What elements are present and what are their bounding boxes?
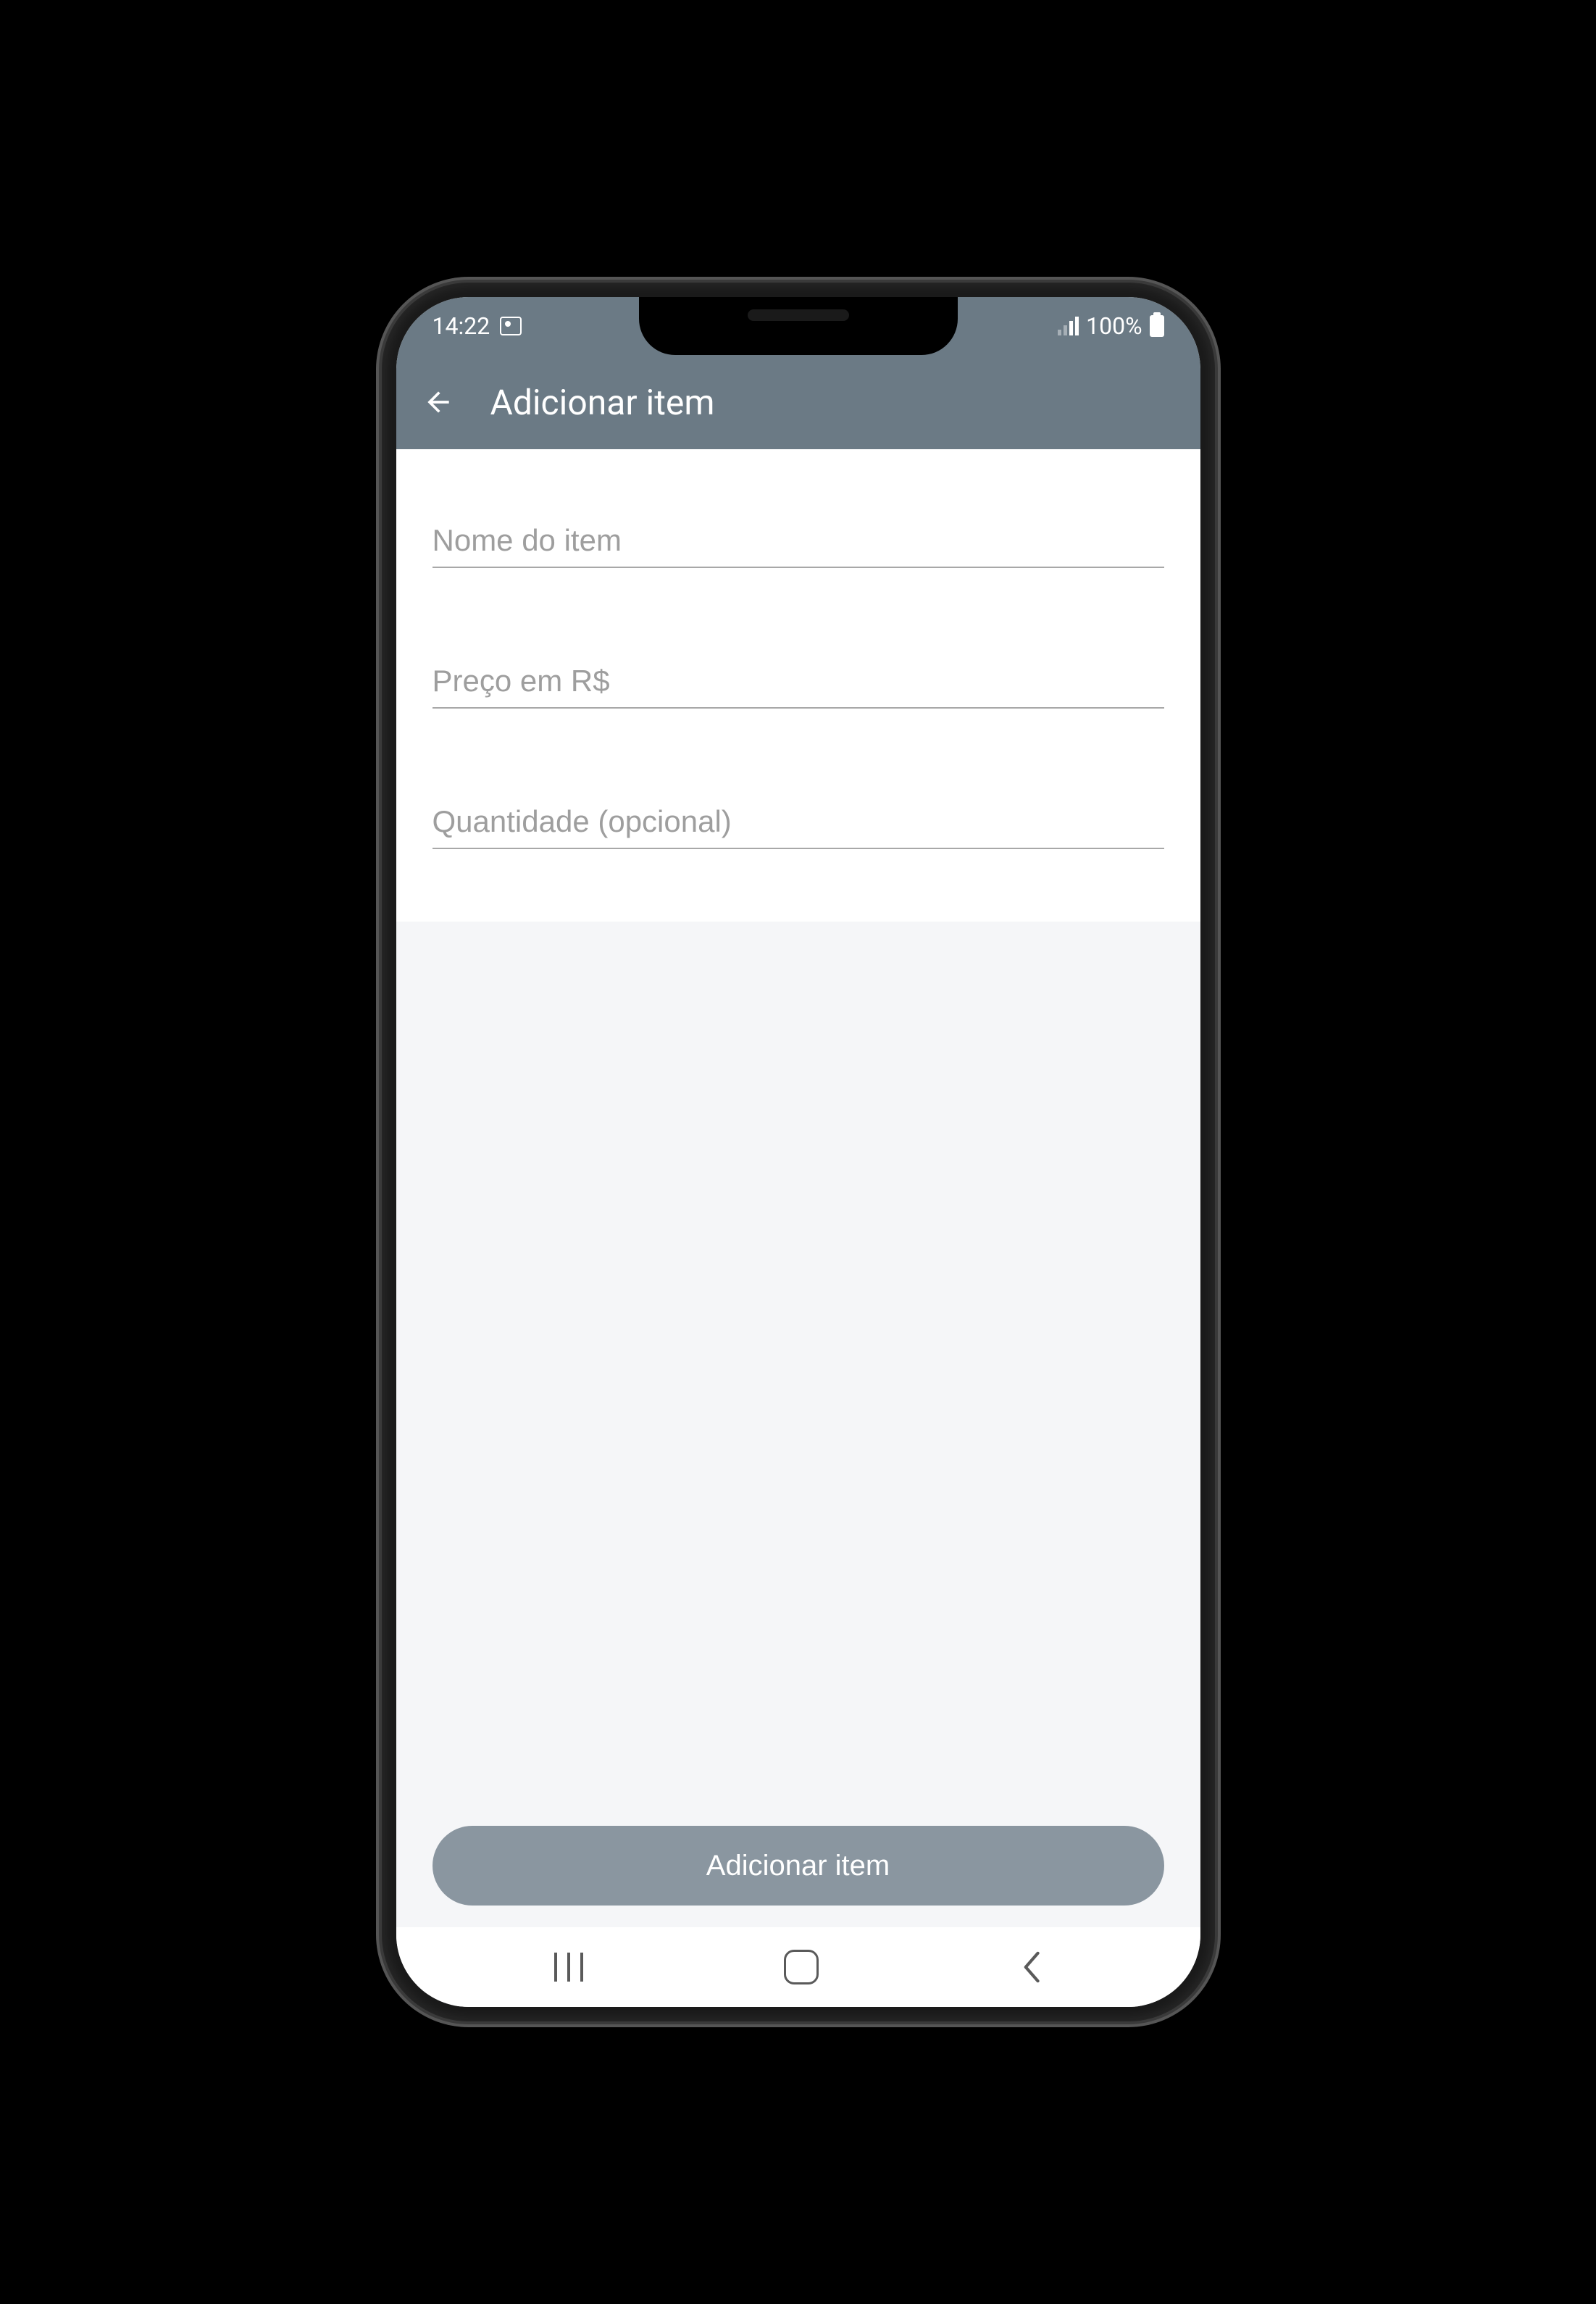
status-left: 14:22: [433, 312, 522, 340]
status-right: 100%: [1058, 312, 1163, 340]
chevron-left-icon: [1020, 1950, 1042, 1984]
empty-area: [396, 922, 1200, 1797]
recent-bar-icon: [567, 1953, 570, 1982]
phone-frame: 14:22 100% Adicionar item: [382, 283, 1215, 2021]
price-field: [433, 655, 1164, 709]
quantity-input[interactable]: [433, 796, 1164, 849]
bottom-section: Adicionar item: [396, 1797, 1200, 1927]
add-item-button[interactable]: Adicionar item: [433, 1826, 1164, 1906]
speaker: [748, 309, 849, 321]
recent-bar-icon: [580, 1953, 583, 1982]
nav-home-button[interactable]: [784, 1950, 819, 1984]
item-name-input[interactable]: [433, 514, 1164, 568]
phone-screen: 14:22 100% Adicionar item: [396, 297, 1200, 2007]
form-section: [396, 449, 1200, 922]
picture-icon: [500, 317, 522, 335]
price-input[interactable]: [433, 655, 1164, 709]
arrow-left-icon: [422, 386, 454, 418]
battery-icon: [1150, 315, 1164, 337]
signal-icon: [1058, 317, 1079, 335]
item-name-field: [433, 514, 1164, 568]
status-time: 14:22: [433, 312, 490, 340]
battery-text: 100%: [1086, 312, 1142, 340]
recent-bar-icon: [554, 1953, 557, 1982]
quantity-field: [433, 796, 1164, 849]
app-bar: Adicionar item: [396, 355, 1200, 449]
nav-recent-button[interactable]: [554, 1953, 583, 1982]
page-title: Adicionar item: [490, 382, 715, 423]
back-button[interactable]: [422, 386, 454, 418]
notch: [639, 297, 958, 355]
nav-back-button[interactable]: [1020, 1950, 1042, 1984]
navigation-bar: [396, 1927, 1200, 2007]
